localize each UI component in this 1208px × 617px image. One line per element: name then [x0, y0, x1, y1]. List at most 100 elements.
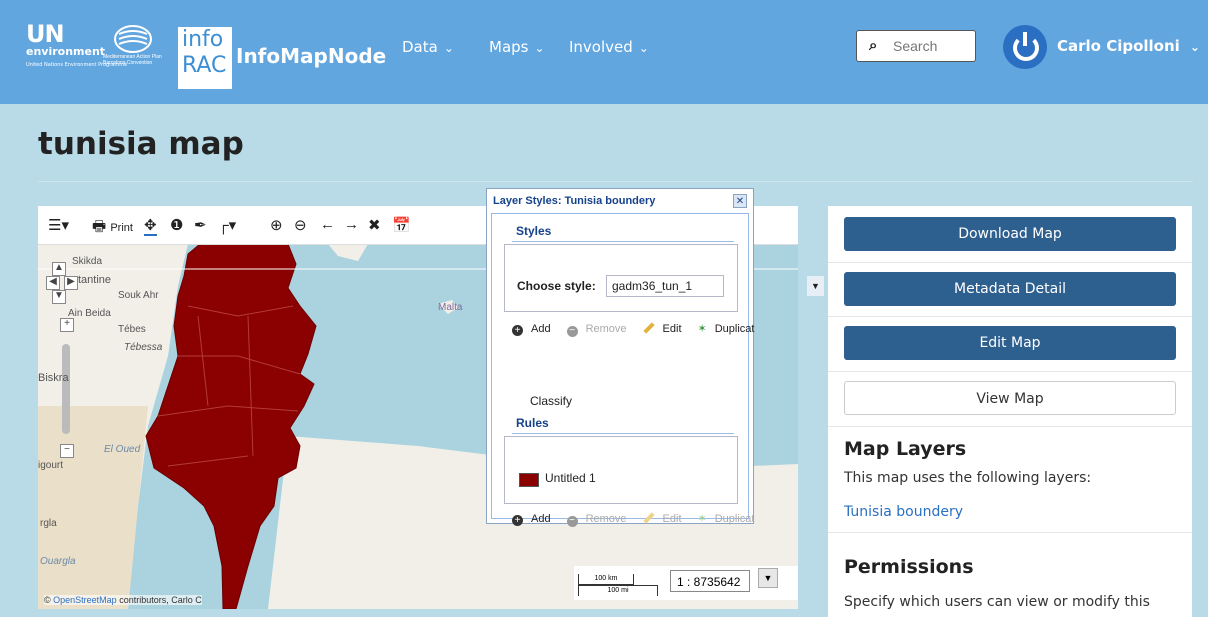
duplicate-icon: ✶	[697, 513, 707, 525]
avatar[interactable]	[1003, 25, 1047, 69]
edit-rule-button[interactable]: Edit	[642, 512, 690, 525]
user-menu[interactable]: Carlo Cipolloni ⌄	[1057, 37, 1200, 55]
add-rule-label: Add	[531, 513, 551, 525]
edit-map-button[interactable]: Edit Map	[844, 326, 1176, 360]
add-style-button[interactable]: + Add	[512, 323, 559, 336]
pan-icon[interactable]: ✥	[144, 216, 157, 236]
label-rgla: rgla	[40, 518, 57, 529]
print-label: Print	[110, 222, 133, 234]
add-icon: +	[512, 515, 523, 526]
power-icon-bar	[1023, 32, 1027, 46]
attribution-text: contributors, Carlo C	[116, 595, 202, 605]
top-navbar: UN environment United Nations Environmen…	[0, 0, 1208, 104]
chevron-down-icon[interactable]: ▼	[807, 276, 824, 296]
zoom-in-icon[interactable]: ⊕	[270, 216, 283, 234]
measure-icon[interactable]: ┌▾	[218, 216, 236, 234]
back-arrow-icon[interactable]: ←	[320, 216, 335, 233]
chevron-down-icon: ⌄	[534, 41, 545, 55]
info-rac-logo[interactable]: info RAC	[178, 27, 232, 89]
brand-name[interactable]: InfoMapNode	[236, 44, 386, 68]
zoom-in-button[interactable]: +	[60, 318, 74, 332]
choose-style-select[interactable]: gadm36_tun_1 ▼	[606, 275, 824, 297]
download-map-button[interactable]: Download Map	[844, 217, 1176, 251]
zoom-slider[interactable]	[62, 344, 70, 434]
nav-data-label: Data	[402, 38, 438, 56]
fullscreen-icon[interactable]: ✖	[368, 216, 381, 234]
duplicate-icon: ✶	[697, 323, 707, 335]
view-map-button[interactable]: View Map	[844, 381, 1176, 415]
map-logo[interactable]: Mediterranean Action Plan Barcelona Conv…	[103, 24, 163, 84]
label-igourt: igourt	[38, 460, 64, 471]
styles-fieldset: Choose style: gadm36_tun_1 ▼	[504, 244, 824, 312]
dialog-title: Layer Styles: Tunisia boundery	[493, 195, 656, 207]
map-logo-sub: Mediterranean Action Plan Barcelona Conv…	[103, 54, 162, 66]
layer-link[interactable]: Tunisia boundery	[844, 504, 963, 520]
osm-link[interactable]: OpenStreetMap	[53, 595, 117, 605]
styles-rule	[512, 241, 734, 242]
olive-wreath-icon	[114, 25, 152, 53]
layer-styles-dialog: Layer Styles: Tunisia boundery ✕ Styles …	[486, 188, 824, 527]
pan-up-icon[interactable]: ▲	[52, 262, 66, 276]
chevron-down-icon[interactable]: ▼	[758, 568, 778, 588]
chevron-down-icon: ⌄	[1189, 40, 1200, 54]
chevron-down-icon: ⌄	[443, 41, 454, 55]
remove-style-button[interactable]: − Remove	[566, 323, 635, 337]
calendar-icon[interactable]: 📅	[392, 216, 411, 234]
brush-icon[interactable]: ✒	[194, 216, 207, 234]
pan-left-icon[interactable]: ◀	[46, 276, 60, 290]
classify-button[interactable]: Classify	[530, 394, 572, 408]
info-icon[interactable]: ❶	[170, 216, 183, 234]
edit-rule-label: Edit	[662, 513, 682, 525]
styles-actions: + Add − Remove Edit ✶ Duplicat	[512, 322, 770, 337]
edit-style-button[interactable]: Edit	[642, 322, 690, 335]
label-ain-beida: Ain Beida	[68, 308, 111, 319]
pan-right-icon[interactable]: ▶	[64, 276, 78, 290]
land-desert	[38, 406, 148, 609]
rule-name: Untitled 1	[545, 471, 596, 485]
pencil-icon	[642, 512, 655, 524]
label-tebessa: Tébessa	[124, 342, 163, 353]
map-layers-title: Map Layers	[844, 438, 967, 460]
print-icon: 🖶	[92, 218, 107, 235]
menu-icon[interactable]: ☰▾	[48, 216, 69, 234]
page-title: tunisia map	[38, 126, 244, 162]
forward-arrow-icon[interactable]: →	[344, 216, 359, 233]
label-tebes: Tébes	[118, 324, 146, 335]
pencil-icon	[642, 322, 655, 334]
map-attribution: © OpenStreetMap contributors, Carlo C	[44, 595, 202, 605]
add-style-label: Add	[531, 323, 551, 335]
remove-icon: −	[566, 516, 578, 527]
print-button[interactable]: 🖶 Print	[92, 216, 133, 241]
nav-maps[interactable]: Maps ⌄	[489, 38, 545, 56]
nav-data[interactable]: Data ⌄	[402, 38, 454, 56]
label-biskra: Biskra	[38, 372, 69, 384]
scale-select[interactable]: 1 : 8735642	[670, 570, 750, 592]
nav-involved[interactable]: Involved ⌄	[569, 38, 649, 56]
zoom-out-button[interactable]: −	[60, 444, 74, 458]
label-malta: Malta	[438, 302, 463, 313]
label-souk-ahras: Souk Ahr	[118, 290, 159, 301]
rules-rule	[512, 433, 734, 434]
map-layers-text: This map uses the following layers:	[844, 470, 1092, 486]
duplicate-style-button[interactable]: ✶ Duplicat	[698, 323, 763, 335]
add-rule-button[interactable]: + Add	[512, 513, 559, 526]
rule-color-swatch	[519, 473, 539, 487]
island-sicily	[328, 244, 368, 261]
close-icon[interactable]: ✕	[733, 194, 747, 208]
scale-km: 100 km	[578, 574, 634, 585]
metadata-detail-button[interactable]: Metadata Detail	[844, 272, 1176, 306]
zoom-out-icon[interactable]: ⊖	[294, 216, 307, 234]
separator	[828, 262, 1192, 263]
rules-header: Rules	[516, 416, 549, 430]
pan-down-icon[interactable]: ▼	[52, 290, 66, 304]
permissions-text: Specify which users can view or modify t…	[844, 594, 1150, 610]
separator	[828, 426, 1192, 427]
search-input[interactable]: ⌕ Search	[856, 30, 976, 62]
label-el-oued: El Oued	[104, 444, 141, 455]
duplicate-rule-button[interactable]: ✶ Duplicat	[698, 513, 763, 525]
separator	[828, 371, 1192, 372]
scale-mi: 100 mi	[578, 585, 658, 596]
duplicate-rule-label: Duplicat	[714, 513, 755, 525]
remove-rule-button[interactable]: − Remove	[566, 513, 635, 527]
label-tantine: tantine	[78, 274, 112, 286]
